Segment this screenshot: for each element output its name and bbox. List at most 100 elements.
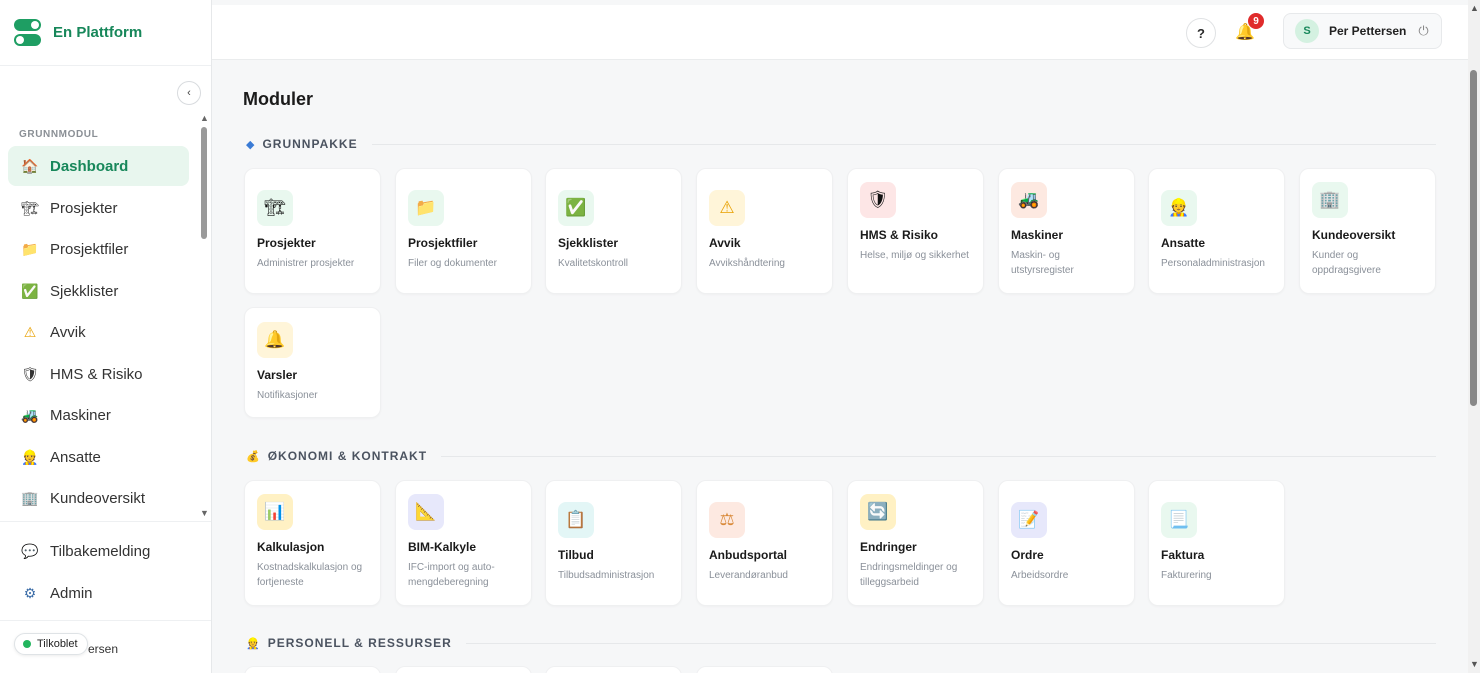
topbar: ? 🔔 9 S Per Pettersen ⏻ (212, 5, 1468, 60)
group-divider (441, 455, 1436, 457)
tractor-icon: 🚜 (1011, 182, 1047, 218)
module-card-kundeoversikt[interactable]: 🏢 Kundeoversikt Kunder og oppdragsgivere (1299, 168, 1436, 294)
sidebar-item-label: Kundeoversikt (50, 490, 146, 508)
module-card-endringer[interactable]: 🔄 Endringer Endringsmeldinger og tillegg… (847, 480, 984, 606)
module-subtitle: Administrer prosjekter (257, 258, 355, 269)
module-subtitle: Helse, miljø og sikkerhet (860, 250, 969, 261)
memo-icon: 📝 (1011, 502, 1047, 538)
sidebar-divider (0, 620, 211, 621)
module-card-hms-risiko[interactable]: 🛡 HMS & Risiko Helse, miljø og sikkerhet (847, 168, 984, 294)
sidebar-item-ansatte[interactable]: 👷 Ansatte (8, 437, 189, 479)
sidebar-item-prosjekter[interactable]: 🏗 Prosjekter (8, 188, 189, 230)
sidebar-item-sjekklister[interactable]: ✅ Sjekklister (8, 271, 189, 313)
sidebar-item-admin[interactable]: ⚙ Admin (8, 572, 189, 614)
module-subtitle: IFC-import og auto-mengdeberegning (408, 562, 495, 588)
user-menu-button[interactable]: S Per Pettersen ⏻ (1283, 13, 1442, 49)
module-title: Varsler (257, 368, 298, 382)
module-subtitle: Notifikasjoner (257, 390, 318, 401)
user-name: Per Pettersen (1329, 24, 1407, 38)
module-title: Avvik (709, 236, 741, 250)
module-card-kalkulasjon[interactable]: 📊 Kalkulasjon Kostnadskalkulasjon og for… (244, 480, 381, 606)
worker-icon: 👷 (21, 448, 39, 465)
sidebar-item-avvik[interactable]: ⚠ Avvik (8, 312, 189, 354)
module-subtitle: Avvikshåndtering (709, 258, 785, 269)
logo-icon (14, 19, 41, 46)
sidebar-item-maskiner[interactable]: 🚜 Maskiner (8, 395, 189, 437)
module-title: Sjekklister (558, 236, 619, 250)
scrollbar-thumb[interactable] (1470, 70, 1477, 406)
warning-icon: ⚠ (23, 324, 37, 341)
module-title: Tilbud (558, 548, 594, 562)
module-card-faktura[interactable]: 📃 Faktura Fakturering (1148, 480, 1285, 606)
module-subtitle: Filer og dokumenter (408, 258, 497, 269)
connection-status-badge: Tilkoblet (14, 633, 88, 655)
group-label: PERSONELL & RESSURSER (267, 636, 452, 650)
sidebar-scroll-down-icon[interactable]: ▼ (200, 508, 209, 518)
module-card-ansatte[interactable]: 👷 Ansatte Personaladministrasjon (1148, 168, 1285, 294)
module-card-varsler[interactable]: 🔔 Varsler Notifikasjoner (244, 307, 381, 418)
module-subtitle: Arbeidsordre (1011, 570, 1069, 581)
module-card-partial[interactable] (395, 666, 532, 673)
module-card-tilbud[interactable]: 📋 Tilbud Tilbudsadministrasjon (545, 480, 682, 606)
sidebar-item-prosjektfiler[interactable]: 📁 Prosjektfiler (8, 229, 189, 271)
gear-icon: ⚙ (23, 584, 37, 601)
sidebar-item-label: Ansatte (50, 448, 101, 466)
brand-name: En Plattform (53, 24, 143, 41)
module-subtitle: Leverandøranbud (709, 570, 788, 581)
invoice-icon: 📃 (1161, 502, 1197, 538)
sidebar-item-tilbakemelding[interactable]: 💬 Tilbakemelding (8, 530, 189, 572)
help-button[interactable]: ? (1186, 18, 1216, 48)
module-title: Prosjektfiler (408, 236, 478, 250)
scroll-up-icon[interactable]: ▲ (1470, 3, 1479, 13)
module-card-partial[interactable] (696, 666, 833, 673)
sidebar-item-label: Avvik (50, 324, 86, 342)
sidebar-item-kundeoversikt[interactable]: 🏢 Kundeoversikt (8, 478, 189, 520)
checkbox-icon: ✅ (558, 190, 594, 226)
money-bag-icon: 💰 (246, 450, 260, 463)
triangle-ruler-icon: 📐 (408, 494, 444, 530)
power-icon[interactable]: ⏻ (1418, 23, 1428, 39)
module-title: Endringer (860, 540, 917, 554)
collapse-sidebar-button[interactable]: ‹ (177, 81, 201, 105)
group-label: ØKONOMI & KONTRAKT (267, 449, 428, 463)
page-scrollbar[interactable]: ▲ ▼ (1468, 0, 1480, 673)
sidebar-bottom-nav: 💬 Tilbakemelding ⚙ Admin (8, 530, 189, 614)
group-header-grunnpakke: ◆ GRUNNPAKKE (246, 136, 1436, 152)
folder-icon: 📁 (21, 241, 39, 258)
connection-status-label: Tilkoblet (37, 638, 78, 650)
module-card-partial[interactable] (545, 666, 682, 673)
building-icon: 🏢 (1312, 182, 1348, 218)
sidebar-item-label: Prosjekter (50, 199, 118, 217)
module-card-partial[interactable] (244, 666, 381, 673)
module-subtitle: Kostnadskalkulasjon og fortjeneste (257, 562, 363, 588)
module-card-sjekklister[interactable]: ✅ Sjekklister Kvalitetskontroll (545, 168, 682, 294)
module-card-prosjekter[interactable]: 🏗 Prosjekter Administrer prosjekter (244, 168, 381, 294)
module-card-anbudsportal[interactable]: ⚖ Anbudsportal Leverandøranbud (696, 480, 833, 606)
module-card-bim-kalkyle[interactable]: 📐 BIM-Kalkyle IFC-import og auto-mengdeb… (395, 480, 532, 606)
sidebar-nav: 🏠 Dashboard 🏗 Prosjekter 📁 Prosjektfiler… (8, 146, 189, 520)
module-title: Faktura (1161, 548, 1205, 562)
module-title: Maskiner (1011, 228, 1064, 242)
module-card-ordre[interactable]: 📝 Ordre Arbeidsordre (998, 480, 1135, 606)
module-card-maskiner[interactable]: 🚜 Maskiner Maskin- og utstyrsregister (998, 168, 1135, 294)
sidebar-item-label: Admin (50, 584, 93, 602)
building-icon: 🏢 (21, 490, 39, 507)
calculator-icon: 📊 (257, 494, 293, 530)
sidebar-scrollbar-thumb[interactable] (201, 127, 207, 239)
brand[interactable]: En Plattform (0, 0, 211, 66)
speech-bubble-icon: 💬 (21, 542, 39, 559)
sidebar-section-label: GRUNNMODUL (19, 129, 99, 140)
sidebar-user-name[interactable]: ersen (88, 642, 118, 656)
module-card-prosjektfiler[interactable]: 📁 Prosjektfiler Filer og dokumenter (395, 168, 532, 294)
sidebar-item-hms-risiko[interactable]: 🛡 HMS & Risiko (8, 354, 189, 396)
sidebar-item-label: Dashboard (50, 157, 129, 175)
sidebar-item-dashboard[interactable]: 🏠 Dashboard (8, 146, 189, 186)
module-card-avvik[interactable]: ⚠ Avvik Avvikshåndtering (696, 168, 833, 294)
module-subtitle: Personaladministrasjon (1161, 258, 1265, 269)
construction-icon: 🏗 (21, 199, 39, 216)
module-subtitle: Kunder og oppdragsgivere (1312, 250, 1381, 276)
sidebar-item-label: Prosjektfiler (50, 241, 129, 259)
refresh-icon: 🔄 (860, 494, 896, 530)
scroll-down-icon[interactable]: ▼ (1470, 659, 1479, 669)
sidebar-scroll-up-icon[interactable]: ▲ (200, 113, 209, 123)
